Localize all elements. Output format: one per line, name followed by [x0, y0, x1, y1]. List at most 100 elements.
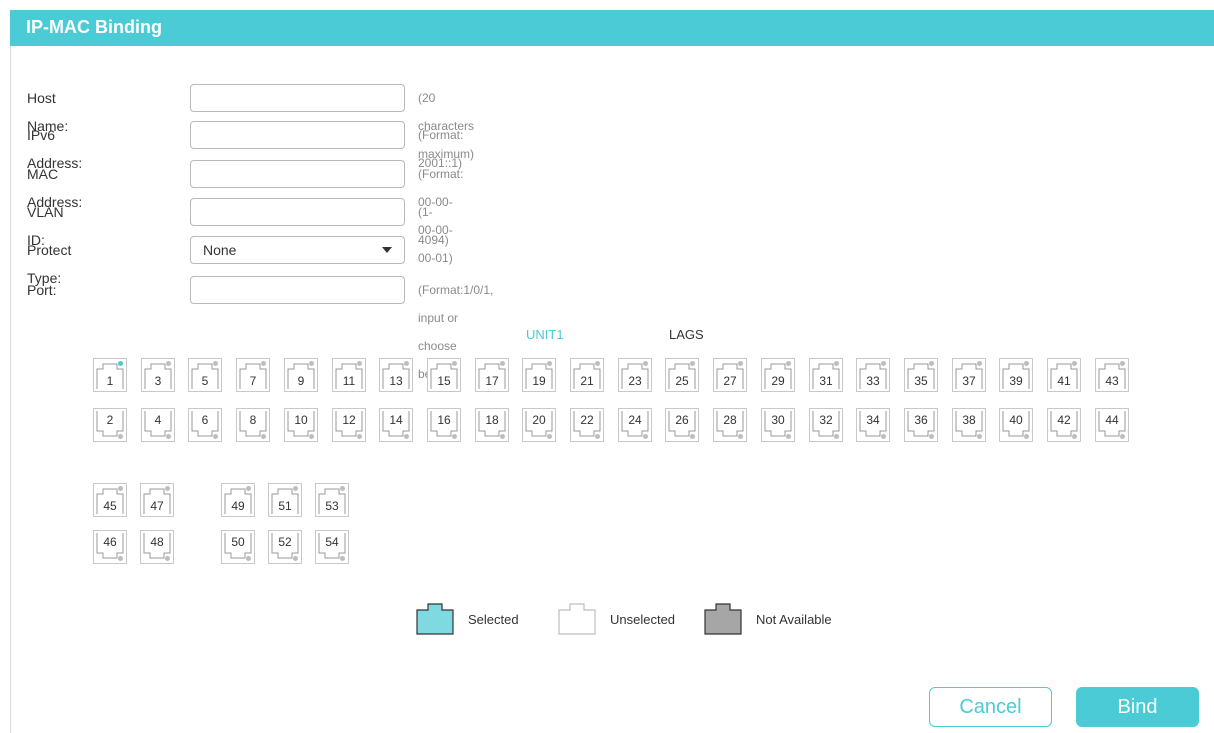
host-name-input[interactable]	[190, 84, 405, 112]
port-input[interactable]	[190, 276, 405, 304]
mac-input[interactable]	[190, 160, 405, 188]
port-12[interactable]: 12	[332, 408, 366, 442]
port-status-dot	[738, 434, 743, 439]
port-15[interactable]: 15	[427, 358, 461, 392]
port-1[interactable]: 1	[93, 358, 127, 392]
port-29[interactable]: 29	[761, 358, 795, 392]
port-20[interactable]: 20	[522, 408, 556, 442]
port-11[interactable]: 11	[332, 358, 366, 392]
protect-type-value: None	[203, 242, 237, 258]
port-48[interactable]: 48	[140, 530, 174, 564]
port-number: 30	[771, 413, 785, 427]
port-number: 36	[914, 413, 928, 427]
port-status-dot	[1024, 434, 1029, 439]
port-31[interactable]: 31	[809, 358, 843, 392]
legend-selected: Selected	[416, 603, 519, 635]
port-21[interactable]: 21	[570, 358, 604, 392]
port-status-dot	[166, 434, 171, 439]
port-34[interactable]: 34	[856, 408, 890, 442]
port-44[interactable]: 44	[1095, 408, 1129, 442]
port-status-dot	[977, 434, 982, 439]
port-number: 17	[485, 374, 499, 388]
port-28[interactable]: 28	[713, 408, 747, 442]
port-26[interactable]: 26	[665, 408, 699, 442]
port-number: 33	[866, 374, 880, 388]
port-number: 7	[249, 374, 257, 388]
port-52[interactable]: 52	[268, 530, 302, 564]
port-number: 13	[389, 374, 403, 388]
cancel-button[interactable]: Cancel	[929, 687, 1052, 727]
port-25[interactable]: 25	[665, 358, 699, 392]
port-status-dot	[213, 434, 218, 439]
port-5[interactable]: 5	[188, 358, 222, 392]
port-38[interactable]: 38	[952, 408, 986, 442]
port-number: 46	[103, 535, 117, 549]
port-53[interactable]: 53	[315, 483, 349, 517]
protect-type-select[interactable]: None	[190, 236, 405, 264]
port-number: 14	[389, 413, 403, 427]
port-number: 5	[201, 374, 209, 388]
chevron-down-icon	[382, 247, 392, 253]
port-35[interactable]: 35	[904, 358, 938, 392]
port-status-dot	[118, 486, 123, 491]
port-50[interactable]: 50	[221, 530, 255, 564]
port-39[interactable]: 39	[999, 358, 1033, 392]
vlan-input[interactable]	[190, 198, 405, 226]
port-10[interactable]: 10	[284, 408, 318, 442]
bind-button[interactable]: Bind	[1076, 687, 1199, 727]
port-30[interactable]: 30	[761, 408, 795, 442]
port-14[interactable]: 14	[379, 408, 413, 442]
port-number: 26	[675, 413, 689, 427]
port-37[interactable]: 37	[952, 358, 986, 392]
port-47[interactable]: 47	[140, 483, 174, 517]
port-7[interactable]: 7	[236, 358, 270, 392]
port-number: 29	[771, 374, 785, 388]
tab-unit1[interactable]: UNIT1	[526, 327, 564, 342]
port-number: 28	[723, 413, 737, 427]
port-17[interactable]: 17	[475, 358, 509, 392]
port-18[interactable]: 18	[475, 408, 509, 442]
port-3[interactable]: 3	[141, 358, 175, 392]
port-54[interactable]: 54	[315, 530, 349, 564]
port-2[interactable]: 2	[93, 408, 127, 442]
legend-unselected: Unselected	[558, 603, 675, 635]
port-number: 19	[532, 374, 546, 388]
port-41[interactable]: 41	[1047, 358, 1081, 392]
tab-lags[interactable]: LAGS	[669, 327, 704, 342]
port-40[interactable]: 40	[999, 408, 1033, 442]
port-23[interactable]: 23	[618, 358, 652, 392]
port-43[interactable]: 43	[1095, 358, 1129, 392]
port-19[interactable]: 19	[522, 358, 556, 392]
port-8[interactable]: 8	[236, 408, 270, 442]
port-24[interactable]: 24	[618, 408, 652, 442]
port-number: 48	[150, 535, 164, 549]
port-status-dot	[786, 434, 791, 439]
port-status-dot	[595, 361, 600, 366]
port-13[interactable]: 13	[379, 358, 413, 392]
port-33[interactable]: 33	[856, 358, 890, 392]
legend-selected-label: Selected	[468, 611, 519, 627]
port-27[interactable]: 27	[713, 358, 747, 392]
ipv6-input[interactable]	[190, 121, 405, 149]
port-status-dot	[357, 434, 362, 439]
port-status-dot	[118, 556, 123, 561]
port-49[interactable]: 49	[221, 483, 255, 517]
port-number: 23	[628, 374, 642, 388]
port-number: 51	[278, 499, 292, 513]
port-32[interactable]: 32	[809, 408, 843, 442]
port-number: 11	[342, 374, 356, 388]
not-available-port-icon	[704, 603, 742, 635]
port-45[interactable]: 45	[93, 483, 127, 517]
port-51[interactable]: 51	[268, 483, 302, 517]
port-22[interactable]: 22	[570, 408, 604, 442]
port-36[interactable]: 36	[904, 408, 938, 442]
port-status-dot	[165, 556, 170, 561]
unselected-port-icon	[558, 603, 596, 635]
port-status-dot	[293, 556, 298, 561]
port-42[interactable]: 42	[1047, 408, 1081, 442]
port-6[interactable]: 6	[188, 408, 222, 442]
port-16[interactable]: 16	[427, 408, 461, 442]
port-9[interactable]: 9	[284, 358, 318, 392]
port-4[interactable]: 4	[141, 408, 175, 442]
port-46[interactable]: 46	[93, 530, 127, 564]
